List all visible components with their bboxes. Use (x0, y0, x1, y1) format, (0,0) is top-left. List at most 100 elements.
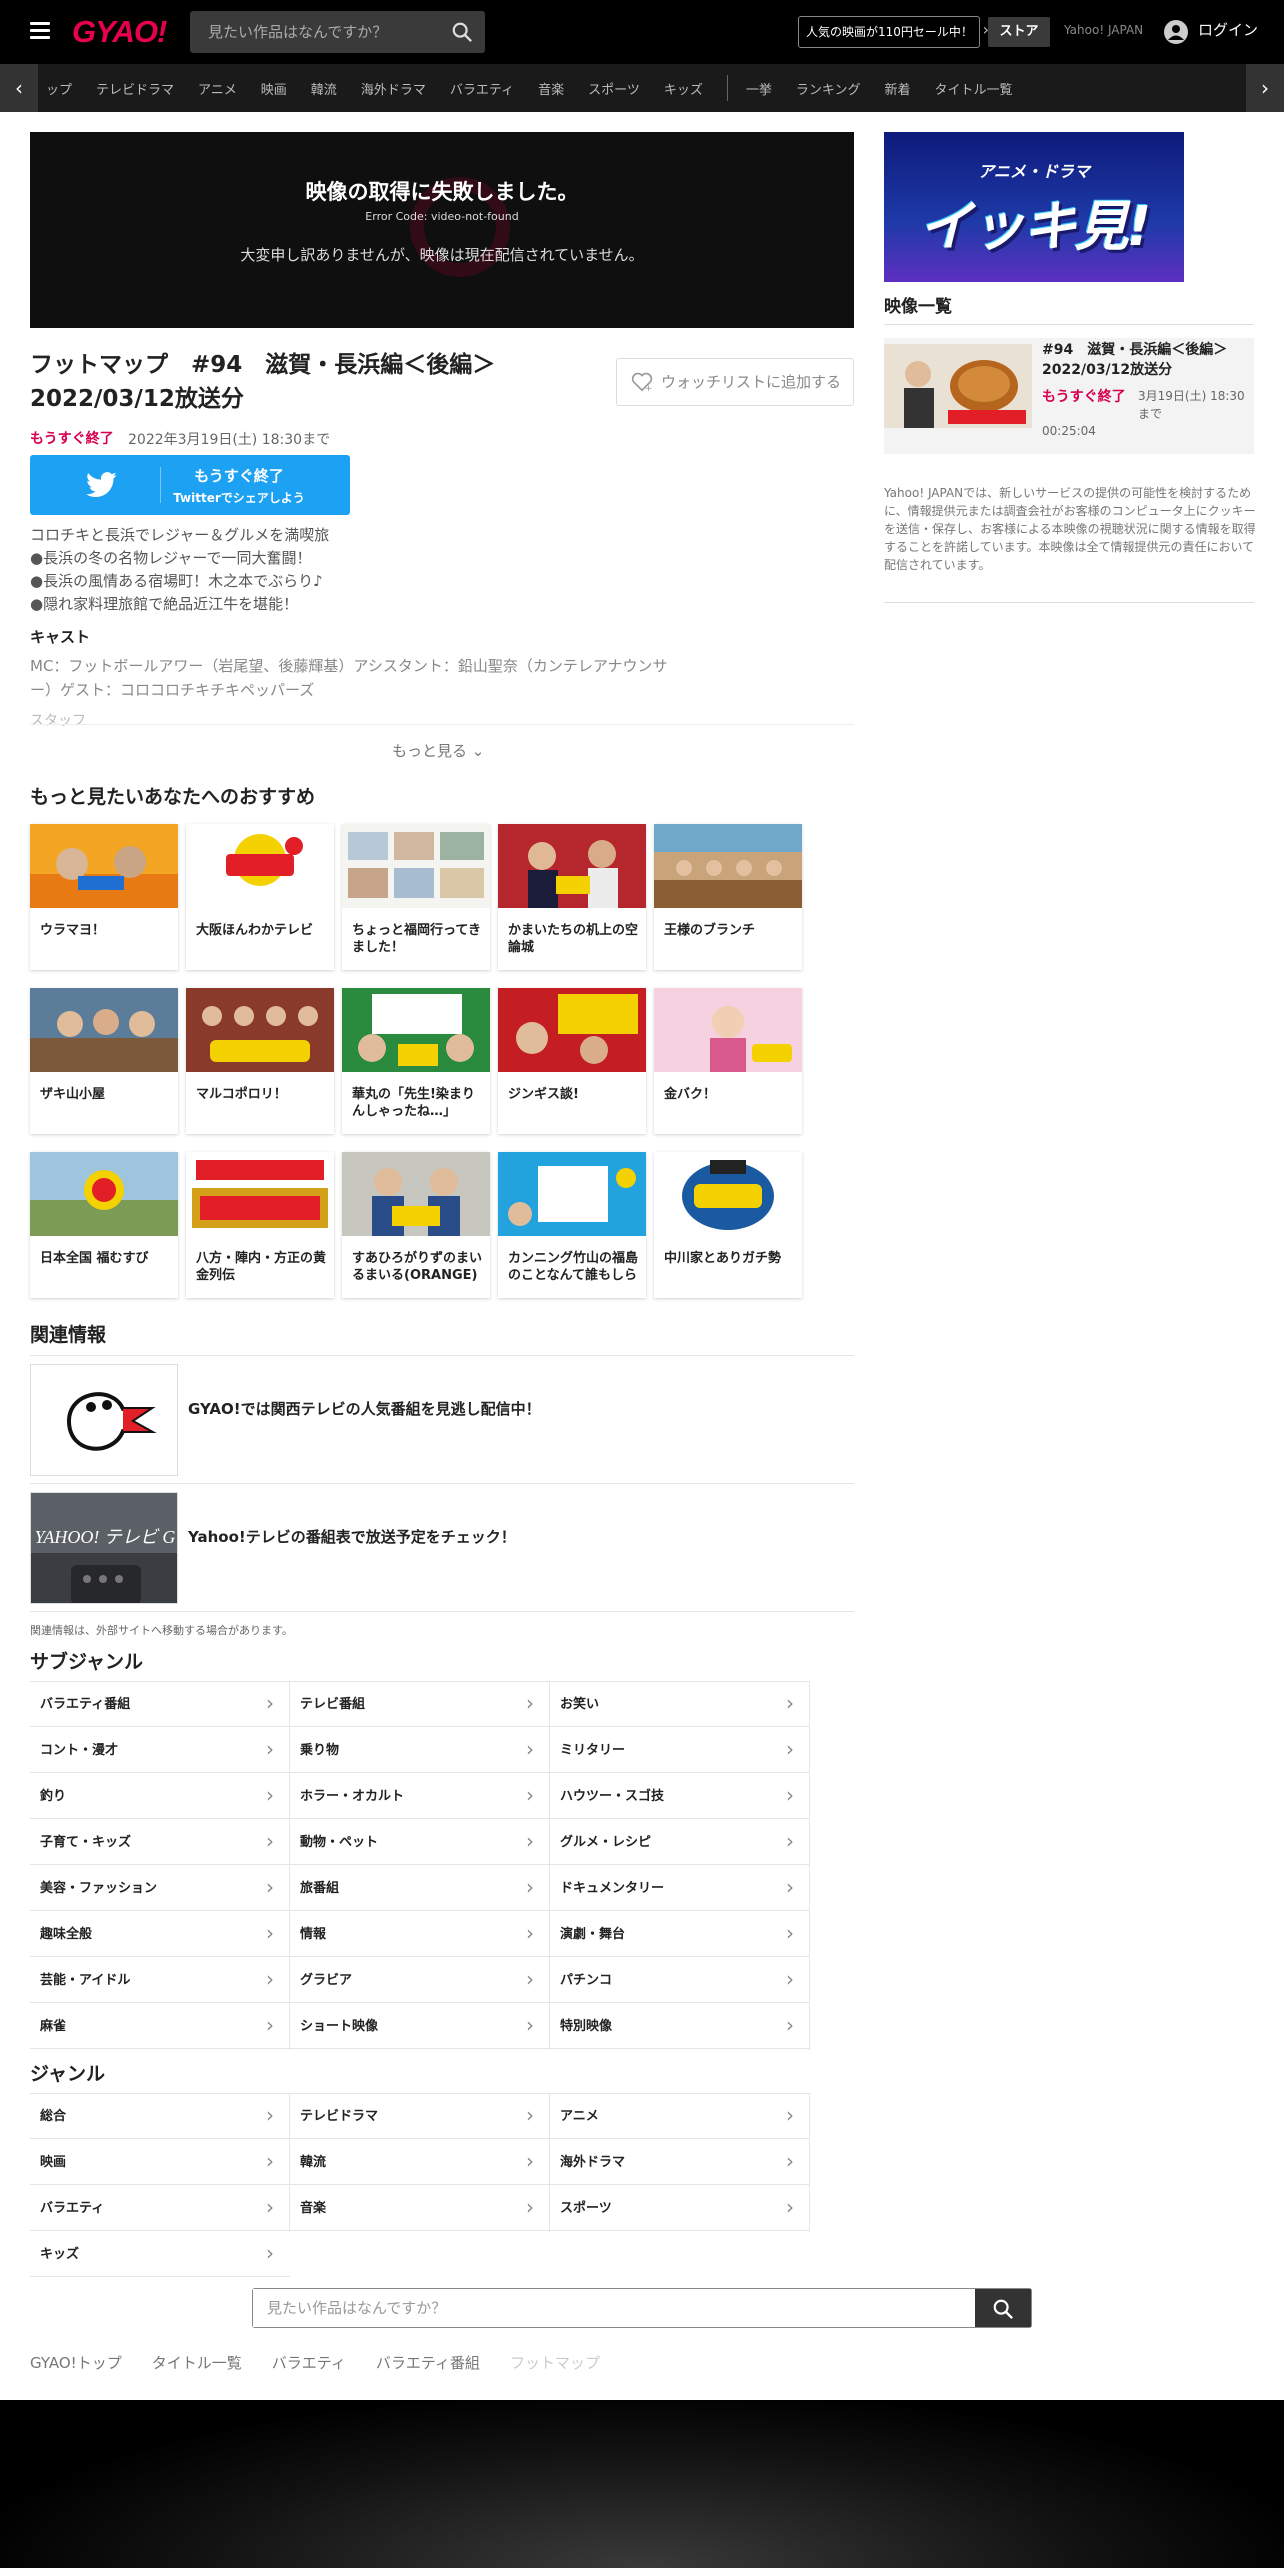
bottom-search-button[interactable] (975, 2289, 1031, 2327)
genre-link[interactable]: 旅番組 (290, 1865, 550, 1911)
cast-text: MC：フットボールアワー（岩尾望、後藤輝基）アシスタント：鉛山聖奈（カンテレアナ… (30, 657, 668, 699)
genre-link[interactable]: ホラー・オカルト (290, 1773, 550, 1819)
related-link[interactable]: GYAO!では関西テレビの人気番組を見逃し配信中！ (188, 1398, 541, 1419)
genre-link[interactable]: パチンコ (550, 1957, 810, 2003)
nav-item[interactable]: タイトル一覧 (935, 79, 1013, 98)
related-thumb-ktv[interactable] (30, 1364, 178, 1476)
recommend-card[interactable]: カンニング竹山の福島のことなんて誰もしら (498, 1152, 646, 1298)
genre-link[interactable]: グルメ・レシピ (550, 1819, 810, 1865)
yahoo-japan-link[interactable]: Yahoo! JAPAN (1064, 23, 1143, 37)
video-list-item[interactable]: #94 滋賀・長浜編＜後編＞ 2022/03/12放送分 もうすぐ終了 3月19… (884, 338, 1254, 454)
genre-link[interactable]: 芸能・アイドル (30, 1957, 290, 2003)
genre-link[interactable]: 子育て・キッズ (30, 1819, 290, 1865)
genre-link[interactable]: 韓流 (290, 2139, 550, 2185)
genre-link[interactable]: ドキュメンタリー (550, 1865, 810, 1911)
genre-link[interactable]: お笑い (550, 1681, 810, 1727)
genre-link[interactable]: 演劇・舞台 (550, 1911, 810, 1957)
thumbnail-image (186, 988, 334, 1072)
breadcrumb-item[interactable]: バラエティ番組 (376, 2352, 480, 2373)
divider (30, 1611, 854, 1612)
nav-item[interactable]: ランキング (796, 79, 861, 98)
search-icon[interactable] (451, 21, 473, 43)
login-link[interactable]: ログイン (1164, 19, 1258, 40)
nav-item[interactable]: 新着 (884, 79, 910, 98)
genre-link[interactable]: 海外ドラマ (550, 2139, 810, 2185)
nav-item[interactable]: バラエティ (450, 79, 514, 98)
recommend-card[interactable]: 王様のブランチ (654, 824, 802, 970)
recommend-card[interactable]: ちょっと福岡行ってきました！ (342, 824, 490, 970)
genre-link[interactable]: テレビドラマ (290, 2093, 550, 2139)
nav-item[interactable]: 海外ドラマ (361, 79, 426, 98)
twitter-line1: もうすぐ終了 (194, 467, 284, 485)
thumbnail-image (186, 1152, 334, 1236)
related-link[interactable]: Yahoo!テレビの番組表で放送予定をチェック！ (188, 1526, 516, 1547)
recommend-card[interactable]: ウラマヨ！ (30, 824, 178, 970)
nav-item[interactable]: アニメ (198, 79, 237, 98)
genre-link[interactable]: グラビア (290, 1957, 550, 2003)
hamburger-menu-icon[interactable] (30, 22, 50, 40)
genre-link[interactable]: キッズ (30, 2231, 290, 2277)
genre-link[interactable]: 情報 (290, 1911, 550, 1957)
nav-item[interactable]: スポーツ (588, 79, 640, 98)
bottom-search-input[interactable] (253, 2289, 975, 2327)
genre-link[interactable]: スポーツ (550, 2185, 810, 2231)
gyao-logo[interactable]: GYAO! (72, 14, 167, 50)
genre-link[interactable]: テレビ番組 (290, 1681, 550, 1727)
genre-link[interactable]: コント・漫才 (30, 1727, 290, 1773)
recommend-card[interactable]: ザキ山小屋 (30, 988, 178, 1134)
genre-link[interactable]: 乗り物 (290, 1727, 550, 1773)
thumbnail-image (342, 824, 490, 908)
show-more-button[interactable]: もっと見る ⌄ (392, 740, 484, 761)
recommend-card[interactable]: かまいたちの机上の空論城 (498, 824, 646, 970)
genre-link[interactable]: バラエティ番組 (30, 1681, 290, 1727)
genre-link[interactable]: ショート映像 (290, 2003, 550, 2049)
genre-link[interactable]: 美容・ファッション (30, 1865, 290, 1911)
nav-item[interactable]: キッズ (664, 79, 703, 98)
breadcrumb-item[interactable]: GYAO!トップ (30, 2352, 122, 2373)
genre-link[interactable]: ミリタリー (550, 1727, 810, 1773)
twitter-divider (160, 467, 161, 503)
breadcrumb-item[interactable]: バラエティ (272, 2352, 346, 2373)
nav-item[interactable]: 一挙 (746, 79, 772, 98)
breadcrumb-item[interactable]: タイトル一覧 (152, 2352, 242, 2373)
sale-banner[interactable]: 人気の映画が110円セール中！ (798, 15, 989, 48)
nav-item[interactable]: 韓流 (311, 79, 337, 98)
recommend-card[interactable]: 中川家とありガチ勢 (654, 1152, 802, 1298)
genre-link[interactable]: 特別映像 (550, 2003, 810, 2049)
nav-item[interactable]: ップ (46, 79, 72, 98)
related-thumb-yahoo-tv[interactable]: YAHOO! テレビ G (30, 1492, 178, 1604)
divider (289, 1682, 290, 2050)
search-input[interactable] (190, 11, 440, 53)
recommend-card[interactable]: ジンギス談! (498, 988, 646, 1134)
genre-link[interactable]: 釣り (30, 1773, 290, 1819)
recommend-card[interactable]: すあひろがりずのまいるまいる(ORANGE) (342, 1152, 490, 1298)
recommend-card[interactable]: 日本全国 福むすび (30, 1152, 178, 1298)
genre-link[interactable]: ハウツー・スゴ技 (550, 1773, 810, 1819)
genre-link[interactable]: 総合 (30, 2093, 290, 2139)
thumbnail-image (186, 824, 334, 908)
watchlist-button[interactable]: + ウォッチリストに追加する (616, 358, 854, 406)
related-note: 関連情報は、外部サイトへ移動する場合があります。 (30, 1624, 293, 1637)
nav-item[interactable]: テレビドラマ (96, 79, 174, 98)
twitter-share-button[interactable]: もうすぐ終了 Twitterでシェアしよう (30, 455, 350, 515)
video-player[interactable]: 映像の取得に失敗しました。 Error Code: video-not-foun… (30, 132, 854, 328)
genre-link[interactable]: 映画 (30, 2139, 290, 2185)
recommend-card[interactable]: 華丸の「先生!染まりんしゃったね…」 (342, 988, 490, 1134)
nav-right-arrow-icon[interactable]: › (1246, 64, 1284, 112)
genre-link[interactable]: 趣味全般 (30, 1911, 290, 1957)
genre-link[interactable]: バラエティ (30, 2185, 290, 2231)
nav-left-arrow-icon[interactable]: ‹ (0, 64, 38, 112)
ikkimi-banner[interactable]: アニメ・ドラマ イッキ見! (884, 132, 1184, 282)
store-button[interactable]: ストア (988, 17, 1050, 47)
genre-link[interactable]: アニメ (550, 2093, 810, 2139)
genre-link[interactable]: 麻雀 (30, 2003, 290, 2049)
recommend-card[interactable]: 大阪ほんわかテレビ (186, 824, 334, 970)
recommend-card[interactable]: マルコポロリ！ (186, 988, 334, 1134)
genre-link[interactable]: 音楽 (290, 2185, 550, 2231)
genre-link[interactable]: 動物・ペット (290, 1819, 550, 1865)
nav-item[interactable]: 音楽 (538, 79, 564, 98)
recommend-card[interactable]: 八方・陣内・方正の黄金列伝 (186, 1152, 334, 1298)
recommend-card[interactable]: 金バク！ (654, 988, 802, 1134)
episode-title: フットマップ #94 滋賀・長浜編＜後編＞ 2022/03/12放送分 (30, 352, 519, 412)
nav-item[interactable]: 映画 (261, 79, 287, 98)
